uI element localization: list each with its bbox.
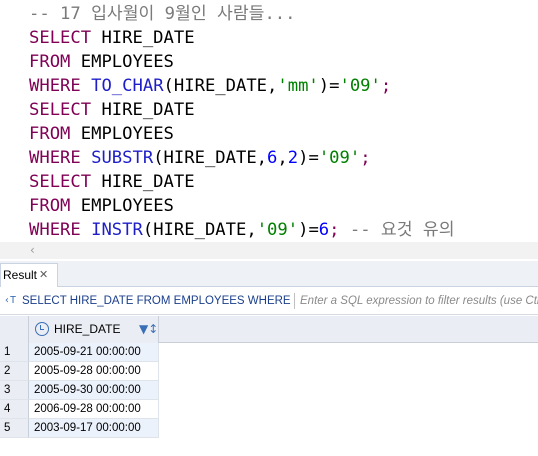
code-token: (HIRE_DATE, <box>163 76 278 96</box>
code-token: SELECT <box>29 100 92 120</box>
scroll-left-arrow-icon[interactable]: ‹ <box>30 243 35 257</box>
table-row[interactable]: 5 2003-09-17 00:00:00 <box>0 419 538 438</box>
row-number[interactable]: 2 <box>0 362 29 381</box>
code-token: '09' <box>256 220 299 240</box>
row-number[interactable]: 4 <box>0 400 29 419</box>
hire-date-cell[interactable]: 2006-09-28 00:00:00 <box>29 400 159 419</box>
code-token: (HIRE_DATE, <box>153 148 268 168</box>
code-token: ; <box>360 148 371 168</box>
code-token: HIRE_DATE <box>91 172 195 192</box>
results-grid[interactable]: HIRE_DATE ▼↕ 1 2005-09-21 00:00:00 2 2005-0… <box>0 316 538 456</box>
hire-date-cell[interactable]: 2003-09-17 00:00:00 <box>29 419 159 438</box>
code-token: INSTR <box>91 220 143 240</box>
sql-query-icon: ‹T <box>4 295 17 306</box>
close-icon[interactable]: ✕ <box>39 264 48 286</box>
executed-query-text[interactable]: SELECT HIRE_DATE FROM EMPLOYEES WHERE IN <box>22 293 292 309</box>
hire-date-cell[interactable]: 2005-09-30 00:00:00 <box>29 381 159 400</box>
code-token: WHERE <box>29 76 81 96</box>
hire-date-cell[interactable]: 2005-09-28 00:00:00 <box>29 362 159 381</box>
row-number[interactable]: 1 <box>0 343 29 362</box>
code-line: FROM EMPLOYEES <box>29 50 174 74</box>
code-line: SELECT HIRE_DATE <box>29 170 195 194</box>
table-row[interactable]: 2 2005-09-28 00:00:00 <box>0 362 538 381</box>
code-line: WHERE SUBSTR(HIRE_DATE,6,2)='09'; <box>29 146 371 170</box>
code-token: FROM <box>29 196 71 216</box>
code-token: -- 요것 유의 <box>339 220 455 240</box>
code-token: SELECT <box>29 172 92 192</box>
code-token: WHERE <box>29 148 81 168</box>
column-header-hire-date[interactable]: HIRE_DATE ▼↕ <box>29 316 159 343</box>
code-token: 2 <box>287 148 299 168</box>
code-token: '09' <box>339 76 381 96</box>
code-token: WHERE <box>29 220 81 240</box>
code-token: )= <box>318 76 340 96</box>
code-line: WHERE INSTR(HIRE_DATE,'09')=6; -- 요것 유의 <box>29 218 455 242</box>
code-line: FROM EMPLOYEES <box>29 194 174 218</box>
tab-result-label: Result <box>3 268 38 282</box>
code-token: )= <box>298 220 319 240</box>
result-tab-bar: Result ✕ <box>0 261 538 287</box>
code-token: 6 <box>267 148 278 168</box>
row-number[interactable]: 3 <box>0 381 29 400</box>
grid-header: HIRE_DATE ▼↕ <box>0 316 538 343</box>
code-token: SUBSTR <box>91 148 154 168</box>
code-token: HIRE_DATE <box>91 100 195 120</box>
code-token: EMPLOYEES <box>70 52 174 72</box>
code-token: FROM <box>29 124 71 144</box>
code-token: ; <box>329 220 340 240</box>
editor-horizontal-scrollbar[interactable]: ‹ <box>0 242 538 259</box>
code-token: (HIRE_DATE, <box>142 220 257 240</box>
table-row[interactable]: 3 2005-09-30 00:00:00 <box>0 381 538 400</box>
filter-separator <box>294 293 295 309</box>
code-token: TO_CHAR <box>91 76 164 96</box>
code-token: )= <box>298 148 319 168</box>
row-number-header[interactable] <box>0 316 29 343</box>
code-token: 'mm' <box>277 76 319 96</box>
code-token: HIRE_DATE <box>91 28 195 48</box>
filter-bar: ‹T SELECT HIRE_DATE FROM EMPLOYEES WHERE… <box>0 287 538 315</box>
clock-icon <box>35 322 49 336</box>
table-row[interactable]: 1 2005-09-21 00:00:00 <box>0 343 538 362</box>
code-token: , <box>277 148 288 168</box>
code-token: FROM <box>29 52 71 72</box>
sql-editor[interactable]: -- 17 입사월이 9월인 사람들... SELECT HIRE_DATE FRO… <box>0 0 538 242</box>
code-line: SELECT HIRE_DATE <box>29 26 195 50</box>
code-token: EMPLOYEES <box>70 124 174 144</box>
column-header-label: HIRE_DATE <box>54 322 121 336</box>
code-token: ; <box>380 76 392 96</box>
code-token: EMPLOYEES <box>70 196 174 216</box>
code-line: FROM EMPLOYEES <box>29 122 174 146</box>
code-token: '09' <box>318 148 361 168</box>
filter-sort-icon[interactable]: ▼↕ <box>139 320 158 338</box>
code-line: SELECT HIRE_DATE <box>29 98 195 122</box>
tab-result[interactable]: Result ✕ <box>0 263 58 287</box>
filter-expression-input[interactable] <box>300 293 538 309</box>
code-line: WHERE TO_CHAR(HIRE_DATE,'mm')='09'; <box>29 74 391 98</box>
table-row[interactable]: 4 2006-09-28 00:00:00 <box>0 400 538 419</box>
code-token: 6 <box>318 220 330 240</box>
code-line: -- 17 입사월이 9월인 사람들... <box>29 2 296 26</box>
hire-date-cell[interactable]: 2005-09-21 00:00:00 <box>29 343 159 362</box>
row-number[interactable]: 5 <box>0 419 29 438</box>
code-token: SELECT <box>29 28 92 48</box>
code-token: -- 17 입사월이 9월인 사람들... <box>29 4 296 24</box>
